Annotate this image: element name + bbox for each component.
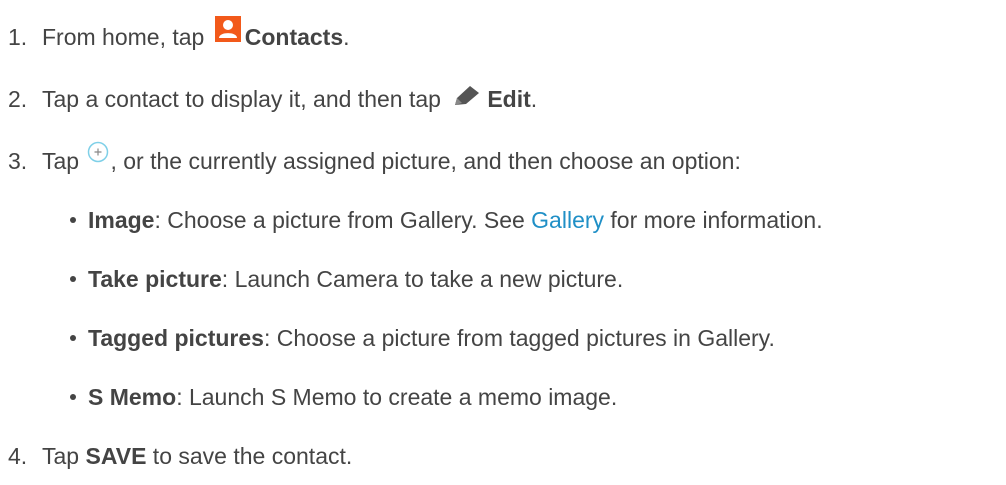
step-1: 1. From home, tap Contacts. xyxy=(0,16,350,55)
bullet-dot xyxy=(70,216,76,223)
option-s-memo: S Memo: Launch S Memo to create a memo i… xyxy=(70,382,617,412)
step-number: 1. xyxy=(8,24,28,50)
step-2: 2. Tap a contact to display it, and then … xyxy=(0,84,537,116)
bullet-dot xyxy=(70,393,76,400)
option-label: Take picture xyxy=(88,266,222,292)
edit-label: Edit xyxy=(487,86,531,112)
step-3: 3. Tap , or the currently assigned pictur… xyxy=(0,141,741,178)
edit-pencil-icon xyxy=(453,83,481,113)
option-image: Image: Choose a picture from Gallery. Se… xyxy=(70,205,823,235)
step-number: 3. xyxy=(8,148,28,174)
option-label: S Memo xyxy=(88,384,177,410)
option-label: Image xyxy=(88,207,155,233)
option-tagged-pictures: Tagged pictures: Choose a picture from t… xyxy=(70,323,775,353)
add-plus-icon xyxy=(87,140,109,170)
contacts-label: Contacts xyxy=(244,24,344,50)
step-number: 2. xyxy=(8,86,28,112)
gallery-link[interactable]: Gallery xyxy=(531,207,604,233)
step-text: Tap a contact to display it, and then ta… xyxy=(42,86,448,112)
step-text: Tap xyxy=(42,443,86,469)
contacts-icon xyxy=(214,16,241,49)
option-take-picture: Take picture: Launch Camera to take a ne… xyxy=(70,264,623,294)
save-label: SAVE xyxy=(85,443,147,469)
bullet-dot xyxy=(70,275,76,282)
step-4: 4. Tap SAVE to save the contact. xyxy=(0,441,352,471)
step-number: 4. xyxy=(8,443,28,469)
bullet-dot xyxy=(70,334,76,341)
option-label: Tagged pictures xyxy=(88,325,264,351)
step-text: From home, tap xyxy=(42,24,211,50)
step-text: Tap xyxy=(42,148,86,174)
